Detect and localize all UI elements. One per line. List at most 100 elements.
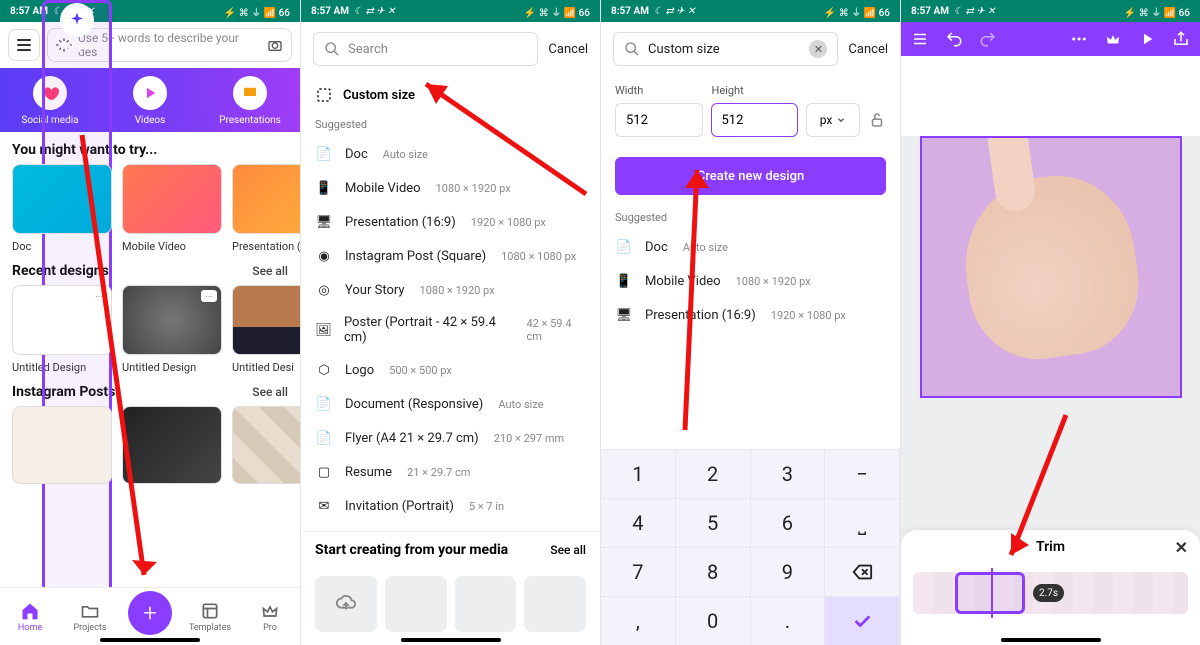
type-icon: 📄 (315, 429, 333, 447)
cat-presentations[interactable]: Presentations (200, 76, 300, 126)
status-bar: 8:57 AM☾ ⇄ ✈ ✕ ⚡ ⌘ ⏚ 📶 66 (901, 0, 1200, 22)
key-⌫[interactable] (825, 547, 900, 596)
upload-media[interactable] (315, 576, 377, 632)
more-icon[interactable] (1070, 30, 1088, 48)
menu-button[interactable] (8, 29, 40, 61)
key-␣[interactable]: ⎵ (825, 498, 900, 547)
recent-card[interactable]: ⋯Untitled Design (122, 285, 222, 374)
type-row[interactable]: ▢Resume21 × 29.7 cm (301, 455, 600, 489)
nav-templates[interactable]: Templates (180, 601, 240, 633)
type-name: Poster (Portrait - 42 × 59.4 cm) (344, 315, 512, 345)
key-6[interactable]: 6 (751, 498, 826, 547)
type-row[interactable]: ✉Invitation (Portrait)5 × 7 in (301, 489, 600, 523)
trim-selection[interactable] (955, 572, 1025, 614)
lock-icon[interactable] (868, 111, 886, 129)
timeline-strip[interactable]: 2.7s (913, 572, 1188, 614)
type-row[interactable]: ◉Instagram Post (Square)1080 × 1080 px (301, 239, 600, 273)
more-icon[interactable]: ⋯ (91, 290, 107, 302)
bottom-nav: Home Projects + Templates Pro (0, 587, 300, 645)
nav-label: Projects (74, 623, 107, 633)
ig-card[interactable] (122, 406, 222, 484)
fab-plus-icon[interactable]: + (128, 591, 172, 635)
height-input[interactable]: 512 (711, 103, 799, 137)
key-−[interactable]: − (825, 449, 900, 498)
try-card[interactable]: Presentation (1 (232, 164, 300, 253)
key-4[interactable]: 4 (601, 498, 676, 547)
type-row[interactable]: 🖥Presentation (16:9)1920 × 1080 px (301, 205, 600, 239)
custom-size-icon (315, 86, 333, 104)
type-dim: 1080 × 1920 px (436, 182, 511, 195)
status-left-icons: ☾ ⇄ ✈ ✕ (354, 6, 395, 17)
type-row[interactable]: 🖼Poster (Portrait - 42 × 59.4 cm)42 × 59… (301, 307, 600, 353)
type-row[interactable]: 📱Mobile Video1080 × 1920 px (301, 171, 600, 205)
camera-icon[interactable] (267, 37, 283, 53)
key-1[interactable]: 1 (601, 449, 676, 498)
more-icon[interactable]: ⋯ (201, 290, 217, 302)
ig-row (0, 406, 300, 484)
key-,[interactable]: , (601, 596, 676, 645)
key-✓[interactable] (825, 596, 900, 645)
type-row[interactable]: ⬡Logo500 × 500 px (301, 353, 600, 387)
key-2[interactable]: 2 (676, 449, 751, 498)
nav-home[interactable]: Home (0, 601, 60, 633)
type-icon: ✉ (315, 497, 333, 515)
search-input[interactable]: Search (313, 32, 538, 66)
type-row[interactable]: 📄DocAuto size (601, 230, 900, 264)
media-slot[interactable] (524, 576, 586, 632)
media-slot[interactable] (455, 576, 517, 632)
type-row[interactable]: 📄Flyer (A4 21 × 29.7 cm)210 × 297 mm (301, 421, 600, 455)
custom-size-row[interactable]: Custom size (301, 76, 600, 114)
close-icon[interactable]: ✕ (1175, 538, 1188, 557)
see-all-link[interactable]: See all (252, 385, 288, 399)
play-icon[interactable] (1138, 30, 1156, 48)
redo-icon[interactable] (979, 30, 997, 48)
type-row[interactable]: ◎Your Story1080 × 1920 px (301, 273, 600, 307)
type-name: Mobile Video (345, 181, 421, 196)
type-row[interactable]: 🖥Presentation (16:9)1920 × 1080 px (601, 298, 900, 332)
key-3[interactable]: 3 (751, 449, 826, 498)
clear-icon[interactable]: ✕ (809, 40, 827, 58)
create-design-button[interactable]: Create new design (615, 157, 886, 195)
key-9[interactable]: 9 (751, 547, 826, 596)
duration-badge: 2.7s (1033, 584, 1064, 602)
share-icon[interactable] (1172, 30, 1190, 48)
cat-videos[interactable]: Videos (100, 76, 200, 126)
search-input[interactable]: Custom size ✕ (613, 32, 838, 66)
see-all-link[interactable]: See all (550, 543, 586, 557)
see-all-link[interactable]: See all (252, 264, 288, 278)
type-row[interactable]: 📄DocAuto size (301, 137, 600, 171)
key-0[interactable]: 0 (676, 596, 751, 645)
status-left-icons: ☾ ⇄ ✈ ✕ (654, 6, 695, 17)
numeric-keypad: 123− 456⎵ 789,0. (601, 449, 900, 645)
type-icon: 📄 (315, 395, 333, 413)
nav-pro[interactable]: Pro (240, 601, 300, 633)
width-input[interactable]: 512 (615, 103, 703, 137)
canvas[interactable] (920, 136, 1182, 398)
type-list: 📄DocAuto size📱Mobile Video1080 × 1920 px… (301, 137, 600, 523)
playhead[interactable] (991, 568, 993, 618)
nav-projects[interactable]: Projects (60, 601, 120, 633)
key-5[interactable]: 5 (676, 498, 751, 547)
type-icon: 🖼 (315, 321, 332, 339)
key-8[interactable]: 8 (676, 547, 751, 596)
type-row[interactable]: 📄Document (Responsive)Auto size (301, 387, 600, 421)
type-icon: ◉ (315, 247, 333, 265)
cancel-button[interactable]: Cancel (848, 42, 888, 57)
unit-select[interactable]: px (806, 103, 860, 137)
type-icon: 📱 (615, 272, 633, 290)
nav-create[interactable]: + (120, 599, 180, 635)
key-7[interactable]: 7 (601, 547, 676, 596)
key-.[interactable]: . (751, 596, 826, 645)
menu-icon[interactable] (911, 30, 929, 48)
type-row[interactable]: 📱Mobile Video1080 × 1920 px (601, 264, 900, 298)
crown-icon[interactable] (1104, 30, 1122, 48)
type-icon: 📄 (615, 238, 633, 256)
status-bar: 8:57 AM☾ ⇄ ✈ ✕ ⚡ ⌘ ⏚ 📶 66 (301, 0, 600, 22)
cancel-button[interactable]: Cancel (548, 42, 588, 57)
ig-card[interactable] (232, 406, 300, 484)
recent-card[interactable]: ⋯Untitled Desi (232, 285, 300, 374)
undo-icon[interactable] (945, 30, 963, 48)
media-slot[interactable] (385, 576, 447, 632)
ig-card[interactable] (12, 406, 112, 484)
try-card[interactable]: Mobile Video (122, 164, 222, 253)
